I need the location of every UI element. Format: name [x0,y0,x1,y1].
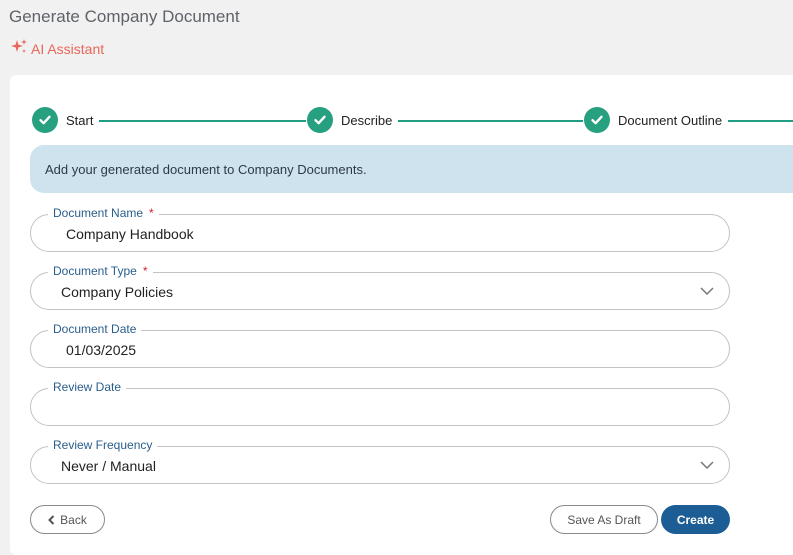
create-button[interactable]: Create [661,505,730,534]
step-label: Describe [341,112,393,128]
review-frequency-value: Never / Manual [61,458,156,474]
required-asterisk: * [142,264,148,278]
page-title: Generate Company Document [9,7,240,26]
step-label: Document Outline [618,112,723,128]
step-connector [722,120,793,122]
document-name-field[interactable]: Document Name * Company Handbook [30,206,730,252]
back-button-label: Back [60,512,87,527]
document-date-value: 01/03/2025 [66,342,137,358]
step-document-outline[interactable]: Document Outline [584,107,729,133]
review-frequency-label: Review Frequency [48,438,158,452]
document-type-select[interactable]: Document Type * Company Policies [30,264,730,310]
document-type-value: Company Policies [61,284,174,300]
info-banner: Add your generated document to Company D… [30,145,793,193]
chevron-down-icon [700,461,714,470]
document-type-label: Document Type * [48,264,153,278]
check-icon [584,107,610,133]
document-name-value: Company Handbook [66,226,194,242]
review-date-field[interactable]: Review Date [30,380,730,426]
ai-assistant-link[interactable]: AI Assistant [10,38,104,59]
step-describe[interactable]: Describe [307,107,399,133]
step-connector [395,120,583,122]
info-banner-text: Add your generated document to Company D… [45,161,367,177]
document-date-field[interactable]: Document Date 01/03/2025 [30,322,730,368]
sparkle-icon [10,38,28,59]
required-asterisk: * [149,206,154,220]
save-as-draft-label: Save As Draft [567,512,641,527]
document-name-label: Document Name * [48,206,159,220]
step-start[interactable]: Start [32,107,100,133]
create-button-label: Create [676,512,715,527]
form-card: Start Describe Document Outline Add your… [10,75,793,555]
ai-assistant-label: AI Assistant [31,40,105,57]
document-date-label: Document Date [48,322,142,336]
check-icon [307,107,333,133]
step-label: Start [66,112,94,128]
check-icon [32,107,58,133]
review-frequency-select[interactable]: Review Frequency Never / Manual [30,438,730,484]
step-connector [98,120,306,122]
back-button[interactable]: Back [30,505,105,534]
chevron-left-icon [48,514,55,525]
chevron-down-icon [700,287,714,296]
review-date-label: Review Date [48,380,127,394]
save-as-draft-button[interactable]: Save As Draft [550,505,658,534]
